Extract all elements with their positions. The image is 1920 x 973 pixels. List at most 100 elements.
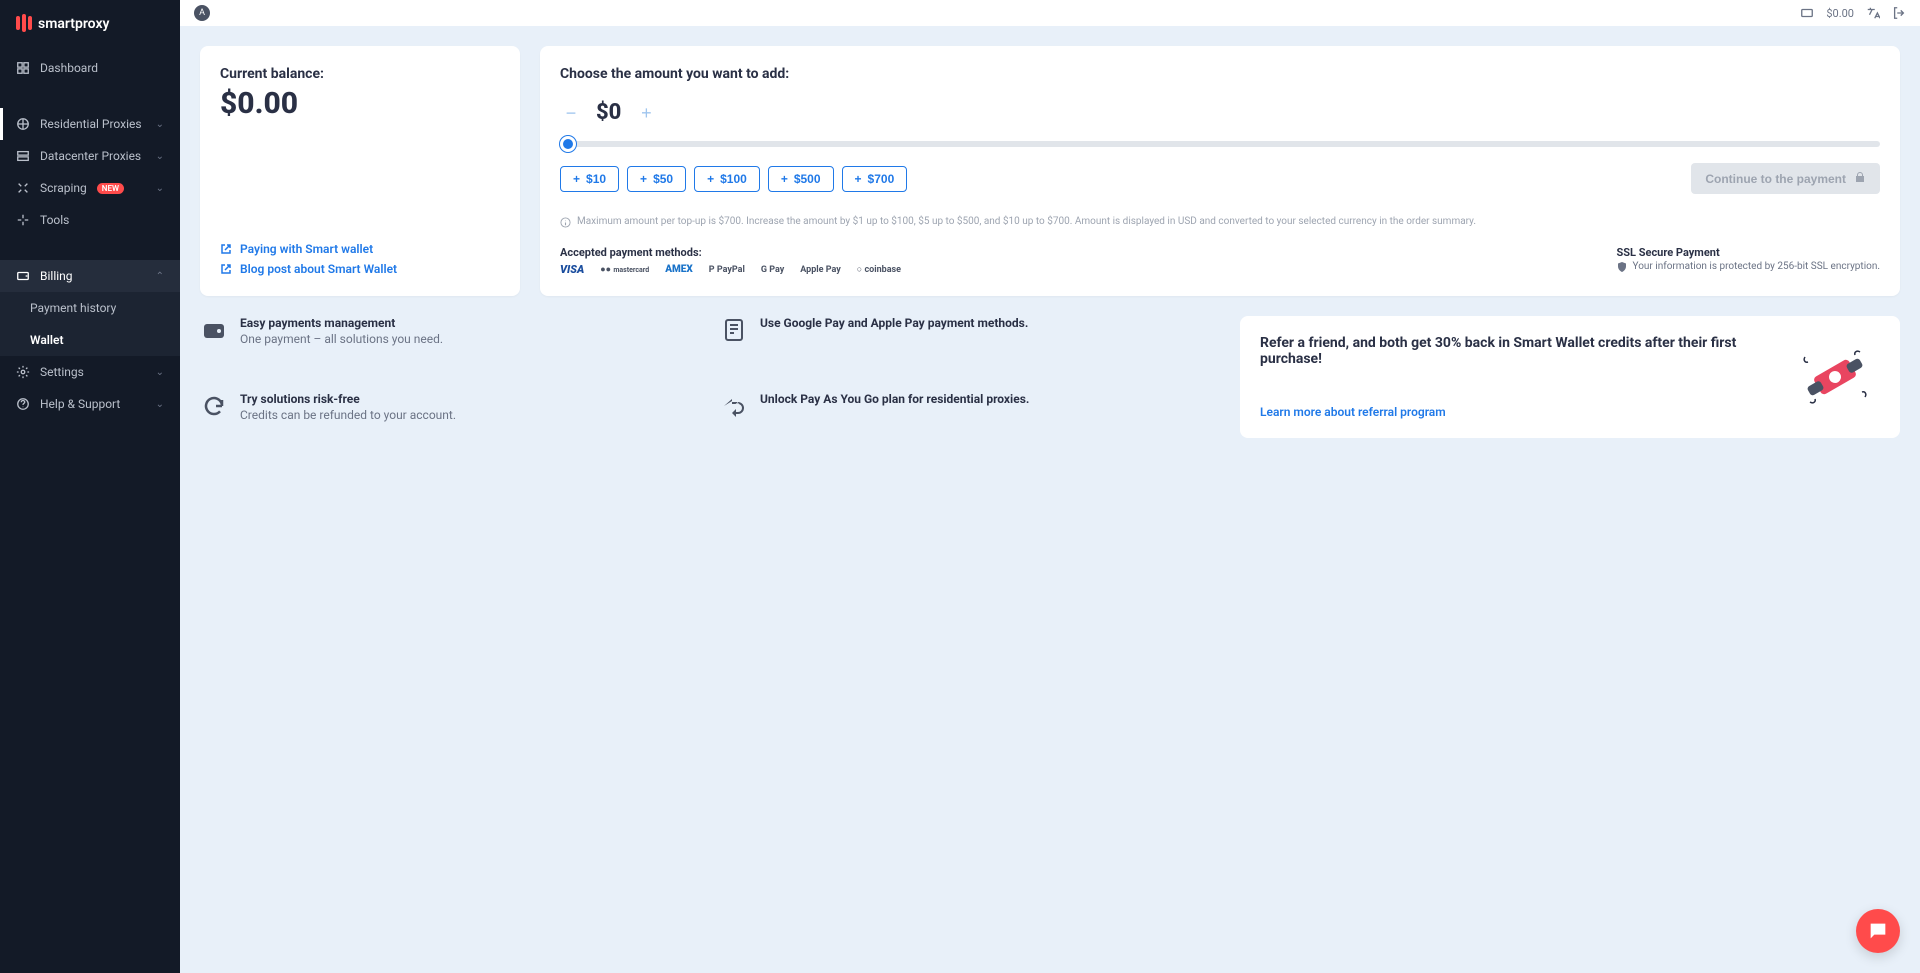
avatar[interactable]: A [194, 5, 210, 21]
sidebar-item-label: Scraping [40, 181, 87, 195]
chevron-down-icon: ⌄ [156, 367, 164, 378]
sidebar-item-residential[interactable]: Residential Proxies ⌄ [0, 108, 180, 140]
sidebar-item-label: Payment history [30, 301, 116, 315]
logo-icon [16, 16, 32, 32]
feature-title: Try solutions risk-free [240, 392, 456, 406]
feature-gpay-applepay: Use Google Pay and Apple Pay payment met… [720, 316, 1220, 362]
chevron-down-icon: ⌄ [156, 399, 164, 410]
quick-amount-500[interactable]: + $500 [768, 166, 834, 192]
logo[interactable]: smartproxy [0, 0, 180, 48]
sidebar-item-settings[interactable]: Settings ⌄ [0, 356, 180, 388]
balance-card: Current balance: $0.00 Paying with Smart… [200, 46, 520, 296]
visa-logo: VISA [560, 263, 584, 276]
card-icon [720, 316, 748, 344]
chevron-up-icon: ⌃ [156, 271, 164, 282]
topbar-balance: $0.00 [1826, 7, 1854, 20]
gear-icon [16, 365, 30, 379]
avatar-initial: A [199, 8, 205, 18]
server-icon [16, 149, 30, 163]
link-paying-smart-wallet[interactable]: Paying with Smart wallet [220, 242, 500, 256]
balance-amount: $0.00 [220, 86, 500, 121]
language-icon[interactable] [1866, 6, 1880, 20]
topbar: A $0.00 [180, 0, 1920, 26]
external-link-icon [220, 243, 232, 255]
logout-icon[interactable] [1892, 6, 1906, 20]
sidebar-item-label: Residential Proxies [40, 117, 142, 131]
amount-slider[interactable] [560, 141, 1880, 147]
sidebar-item-label: Dashboard [40, 61, 98, 75]
referral-illustration [1790, 332, 1880, 422]
info-icon [560, 217, 571, 228]
referral-link[interactable]: Learn more about referral program [1260, 405, 1446, 419]
feature-desc: One payment – all solutions you need. [240, 332, 443, 346]
plus-icon: + [573, 172, 580, 186]
balance-title: Current balance: [220, 66, 500, 82]
dollar-arrow-icon: $ [720, 392, 748, 420]
feature-title: Use Google Pay and Apple Pay payment met… [760, 316, 1028, 330]
chevron-down-icon: ⌄ [156, 151, 164, 162]
feature-title: Unlock Pay As You Go plan for residentia… [760, 392, 1029, 406]
quick-amount-100[interactable]: +$100 [694, 166, 760, 192]
sidebar-item-dashboard[interactable]: Dashboard [0, 52, 180, 84]
continue-payment-button[interactable]: Continue to the payment [1691, 163, 1880, 194]
sidebar-item-billing[interactable]: Billing ⌃ [0, 260, 180, 292]
sidebar-item-help[interactable]: Help & Support ⌄ [0, 388, 180, 420]
help-icon [16, 397, 30, 411]
applepay-logo: Apple Pay [800, 265, 841, 275]
quick-label: $10 [586, 172, 606, 186]
feature-risk-free: Try solutions risk-free Credits can be r… [200, 392, 700, 438]
sidebar-item-datacenter[interactable]: Datacenter Proxies ⌄ [0, 140, 180, 172]
quick-amount-700[interactable]: + $700 [842, 166, 908, 192]
external-link-icon [220, 263, 232, 275]
quick-amount-50[interactable]: + $50 [627, 166, 686, 192]
quick-amount-10[interactable]: + $10 [560, 166, 619, 192]
plus-icon: + [855, 172, 862, 186]
quick-label: $700 [868, 172, 895, 186]
link-label: Blog post about Smart Wallet [240, 262, 397, 276]
decrease-amount-button[interactable]: − [560, 102, 582, 124]
referral-card: Refer a friend, and both get 30% back in… [1240, 316, 1900, 438]
ssl-title: SSL Secure Payment [1617, 246, 1881, 259]
amex-logo: AMEX [665, 264, 693, 275]
sidebar-item-wallet[interactable]: Wallet [0, 324, 180, 356]
quick-label: $50 [653, 172, 673, 186]
coinbase-logo: ○ coinbase [857, 264, 901, 275]
increase-amount-button[interactable]: + [635, 102, 657, 124]
svg-text:$: $ [735, 402, 740, 411]
topup-title: Choose the amount you want to add: [560, 66, 1880, 82]
link-label: Paying with Smart wallet [240, 242, 373, 256]
button-label: Continue to the payment [1705, 172, 1846, 186]
feature-title: Easy payments management [240, 316, 443, 330]
link-blog-smart-wallet[interactable]: Blog post about Smart Wallet [220, 262, 500, 276]
sidebar: smartproxy Dashboard Residential Proxies… [0, 0, 180, 973]
sidebar-item-tools[interactable]: Tools [0, 204, 180, 236]
sidebar-item-label: Tools [40, 213, 69, 227]
paypal-logo: P PayPal [709, 265, 745, 275]
sidebar-item-payment-history[interactable]: Payment history [0, 292, 180, 324]
plus-icon: + [707, 172, 714, 186]
ssl-desc-text: Your information is protected by 256-bit… [1633, 261, 1881, 272]
feature-desc: Credits can be refunded to your account. [240, 408, 456, 422]
referral-title: Refer a friend, and both get 30% back in… [1260, 335, 1770, 367]
wallet-icon[interactable] [1800, 6, 1814, 20]
refresh-icon [200, 392, 228, 420]
slider-thumb[interactable] [560, 136, 576, 152]
plus-icon: + [781, 172, 788, 186]
chat-button[interactable] [1856, 909, 1900, 953]
proxy-icon [16, 117, 30, 131]
topup-card: Choose the amount you want to add: − $0 … [540, 46, 1900, 296]
sidebar-item-scraping[interactable]: Scraping NEW ⌄ [0, 172, 180, 204]
quick-label: $500 [794, 172, 821, 186]
scraping-icon [16, 181, 30, 195]
chat-icon [1867, 920, 1889, 942]
lock-icon [1854, 171, 1866, 186]
accepted-methods-title: Accepted payment methods: [560, 246, 901, 259]
sidebar-item-label: Wallet [30, 333, 64, 347]
plus-icon: + [640, 172, 647, 186]
feature-easy-payments: Easy payments management One payment – a… [200, 316, 700, 362]
wallet-icon [16, 269, 30, 283]
shield-icon [1617, 262, 1627, 272]
chevron-down-icon: ⌄ [156, 119, 164, 130]
gpay-logo: G Pay [761, 265, 784, 275]
chevron-down-icon: ⌄ [156, 183, 164, 194]
